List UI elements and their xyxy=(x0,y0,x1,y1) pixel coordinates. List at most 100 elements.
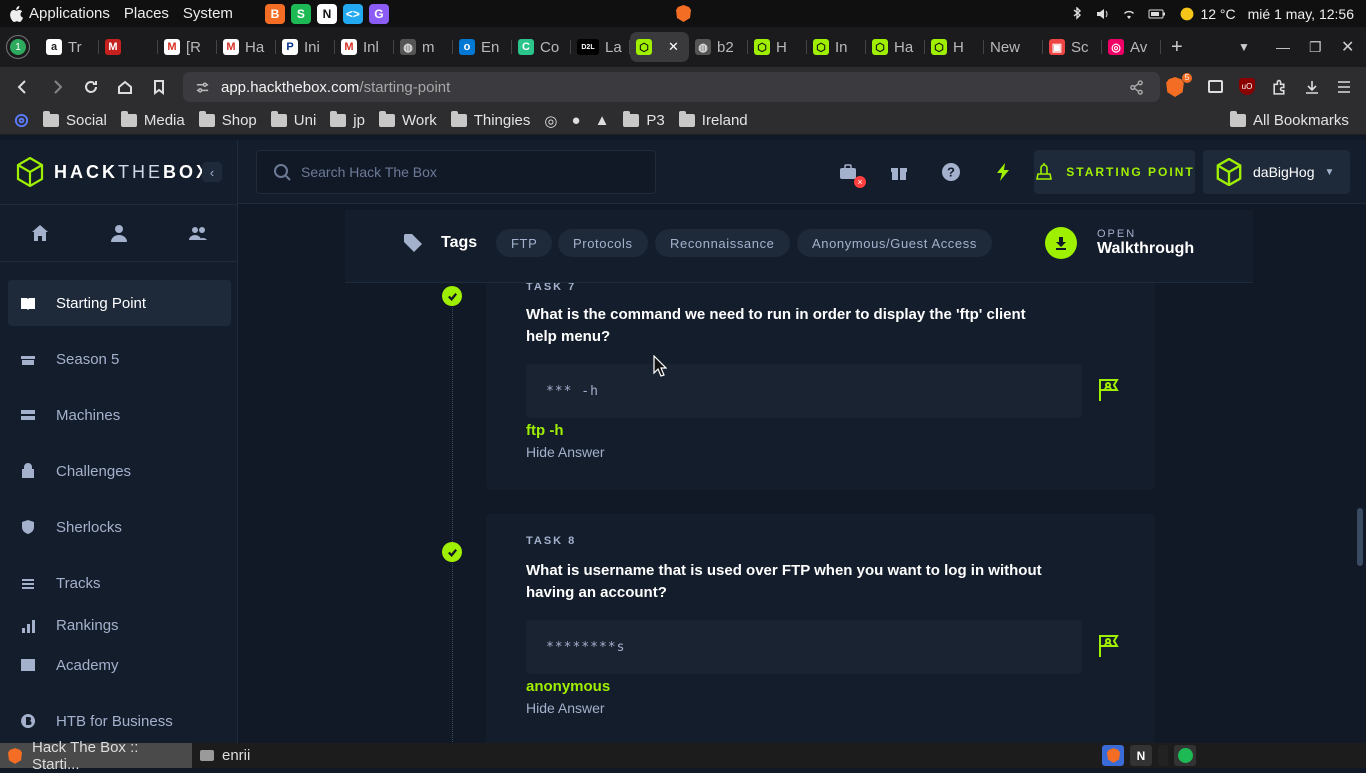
boost-button[interactable] xyxy=(991,160,1015,184)
reload-button[interactable] xyxy=(74,70,108,104)
extensions-icon[interactable] xyxy=(1271,79,1288,96)
browser-tab[interactable]: M Ha xyxy=(217,32,276,62)
browser-tab[interactable]: ◍ b2 xyxy=(689,32,748,62)
openai-bookmark-icon[interactable]: ◎ xyxy=(544,112,557,130)
maximize-window-button[interactable]: ❐ xyxy=(1309,39,1322,56)
url-bar[interactable]: app.hackthebox.com/starting-point xyxy=(183,72,1160,102)
bookmark-folder[interactable]: Work xyxy=(378,111,437,129)
browser-tab[interactable]: ⬡ Ha xyxy=(866,32,925,62)
github-desktop-icon[interactable]: G xyxy=(368,3,389,24)
browser-tab[interactable]: o En xyxy=(453,32,512,62)
sidebar-toggle-icon[interactable] xyxy=(1208,80,1223,93)
brave-shields-button[interactable]: 5 xyxy=(1166,73,1192,97)
bookmark-folder[interactable]: Thingies xyxy=(450,111,530,129)
bluetooth-icon[interactable] xyxy=(1070,6,1084,21)
minimize-window-button[interactable]: ― xyxy=(1276,39,1290,55)
menu-system[interactable]: System xyxy=(183,5,233,22)
bookmark-folder[interactable]: Media xyxy=(120,111,185,129)
menu-applications[interactable]: Applications xyxy=(29,5,110,22)
browser-tab[interactable]: ⬡ In xyxy=(807,32,866,62)
taskbar-folder-window[interactable]: enrii xyxy=(192,743,258,768)
bookmark-folder[interactable]: P3 xyxy=(623,111,665,129)
spotify-icon[interactable]: S xyxy=(290,3,311,24)
battery-icon[interactable] xyxy=(1148,7,1166,21)
help-button[interactable]: ? xyxy=(939,160,963,184)
htb-logo[interactable]: HACK THE BOX xyxy=(16,157,211,187)
home-shortcut-button[interactable] xyxy=(0,205,79,261)
browser-tab[interactable]: ⬡ ✕ xyxy=(630,32,689,62)
browser-tab[interactable]: M Inl xyxy=(335,32,394,62)
tab-list-chevron-icon[interactable]: ▼ xyxy=(1238,40,1250,54)
sidebar-item-academy[interactable]: Academy xyxy=(8,642,231,688)
close-window-button[interactable]: ✕ xyxy=(1341,37,1354,57)
browser-tab[interactable]: D2L La xyxy=(571,32,630,62)
submit-flag-button[interactable] xyxy=(1096,377,1122,403)
home-button[interactable] xyxy=(108,70,142,104)
close-tab-icon[interactable]: ✕ xyxy=(668,39,679,55)
browser-tab[interactable]: C Co xyxy=(512,32,571,62)
tag-chip[interactable]: Reconnaissance xyxy=(655,229,790,257)
sidebar-item-tracks[interactable]: Tracks xyxy=(8,560,231,606)
profile-badge[interactable]: 1 xyxy=(6,35,30,59)
open-walkthrough-button[interactable]: OPEN Walkthrough xyxy=(1045,227,1194,259)
answer-input[interactable]: ********s xyxy=(526,620,1082,674)
vscode-icon[interactable]: <> xyxy=(342,3,363,24)
github-bookmark-icon[interactable]: ● xyxy=(572,112,581,129)
vpn-status-button[interactable]: × xyxy=(836,160,866,188)
sidebar-item-machines[interactable]: Machines xyxy=(8,392,231,438)
download-icon[interactable] xyxy=(1304,79,1320,95)
bookmark-folder[interactable]: Shop xyxy=(198,111,257,129)
workspace-brave-icon[interactable] xyxy=(1102,745,1124,766)
bookmark-folder[interactable]: jp xyxy=(330,111,365,129)
brave-rewards-icon[interactable] xyxy=(14,113,29,128)
brave-tray-icon[interactable] xyxy=(676,5,691,22)
bookmark-folder[interactable]: Ireland xyxy=(678,111,748,129)
profile-shortcut-button[interactable] xyxy=(79,205,158,261)
back-button[interactable] xyxy=(6,70,40,104)
hide-answer-link[interactable]: Hide Answer xyxy=(526,444,605,460)
site-settings-icon[interactable] xyxy=(195,80,210,95)
sidebar-item-rankings[interactable]: Rankings xyxy=(8,616,231,634)
volume-icon[interactable] xyxy=(1096,7,1110,21)
tag-chip[interactable]: FTP xyxy=(496,229,553,257)
browser-tab[interactable]: a Tr xyxy=(40,32,99,62)
browser-tab[interactable]: ⬡ H xyxy=(748,32,807,62)
forward-button[interactable] xyxy=(40,70,74,104)
bookmark-folder[interactable]: Uni xyxy=(270,111,316,129)
workspace-empty[interactable] xyxy=(1158,745,1168,766)
user-menu-button[interactable]: daBigHog ▼ xyxy=(1203,150,1350,194)
clock[interactable]: mié 1 may, 12:56 xyxy=(1248,6,1354,22)
browser-tab[interactable]: M xyxy=(99,32,158,62)
bookmark-button[interactable] xyxy=(142,70,176,104)
all-bookmarks[interactable]: All Bookmarks xyxy=(1230,111,1349,129)
browser-tab[interactable]: P Ini xyxy=(276,32,335,62)
collapse-sidebar-button[interactable]: ‹ xyxy=(202,162,222,182)
browser-tab[interactable]: New xyxy=(984,32,1043,62)
workspace-notion-icon[interactable]: N xyxy=(1130,745,1152,766)
sidebar-item-htb-for-business[interactable]: HTB for Business xyxy=(8,698,231,744)
browser-tab[interactable]: ⬡ H xyxy=(925,32,984,62)
notion-icon[interactable]: N xyxy=(316,3,337,24)
hamburger-menu-icon[interactable] xyxy=(1336,79,1352,95)
sidebar-item-sherlocks[interactable]: Sherlocks xyxy=(8,504,231,550)
workspace-spotify-icon[interactable] xyxy=(1174,745,1196,766)
tag-chip[interactable]: Protocols xyxy=(558,229,648,257)
hackthebox-bookmark-icon[interactable]: ▲ xyxy=(595,112,610,129)
new-tab-button[interactable]: + xyxy=(1171,36,1183,59)
wifi-icon[interactable] xyxy=(1122,7,1136,21)
browser-tab[interactable]: ◎ Av xyxy=(1102,32,1161,62)
browser-tab[interactable]: ▣ Sc xyxy=(1043,32,1102,62)
browser-tab[interactable]: M [R xyxy=(158,32,217,62)
starting-point-button[interactable]: STARTING POINT xyxy=(1034,150,1195,194)
search-input[interactable]: Search Hack The Box xyxy=(256,150,656,194)
page-scrollbar[interactable] xyxy=(1357,508,1363,566)
brave-icon[interactable]: B xyxy=(264,3,285,24)
browser-tab[interactable]: ◍ m xyxy=(394,32,453,62)
ublock-icon[interactable]: uO xyxy=(1239,78,1255,95)
hide-answer-link[interactable]: Hide Answer xyxy=(526,700,605,716)
menu-places[interactable]: Places xyxy=(124,5,169,22)
gift-button[interactable] xyxy=(887,160,911,184)
bookmark-folder[interactable]: Social xyxy=(43,111,107,129)
team-shortcut-button[interactable] xyxy=(159,205,238,261)
sidebar-item-challenges[interactable]: Challenges xyxy=(8,448,231,494)
